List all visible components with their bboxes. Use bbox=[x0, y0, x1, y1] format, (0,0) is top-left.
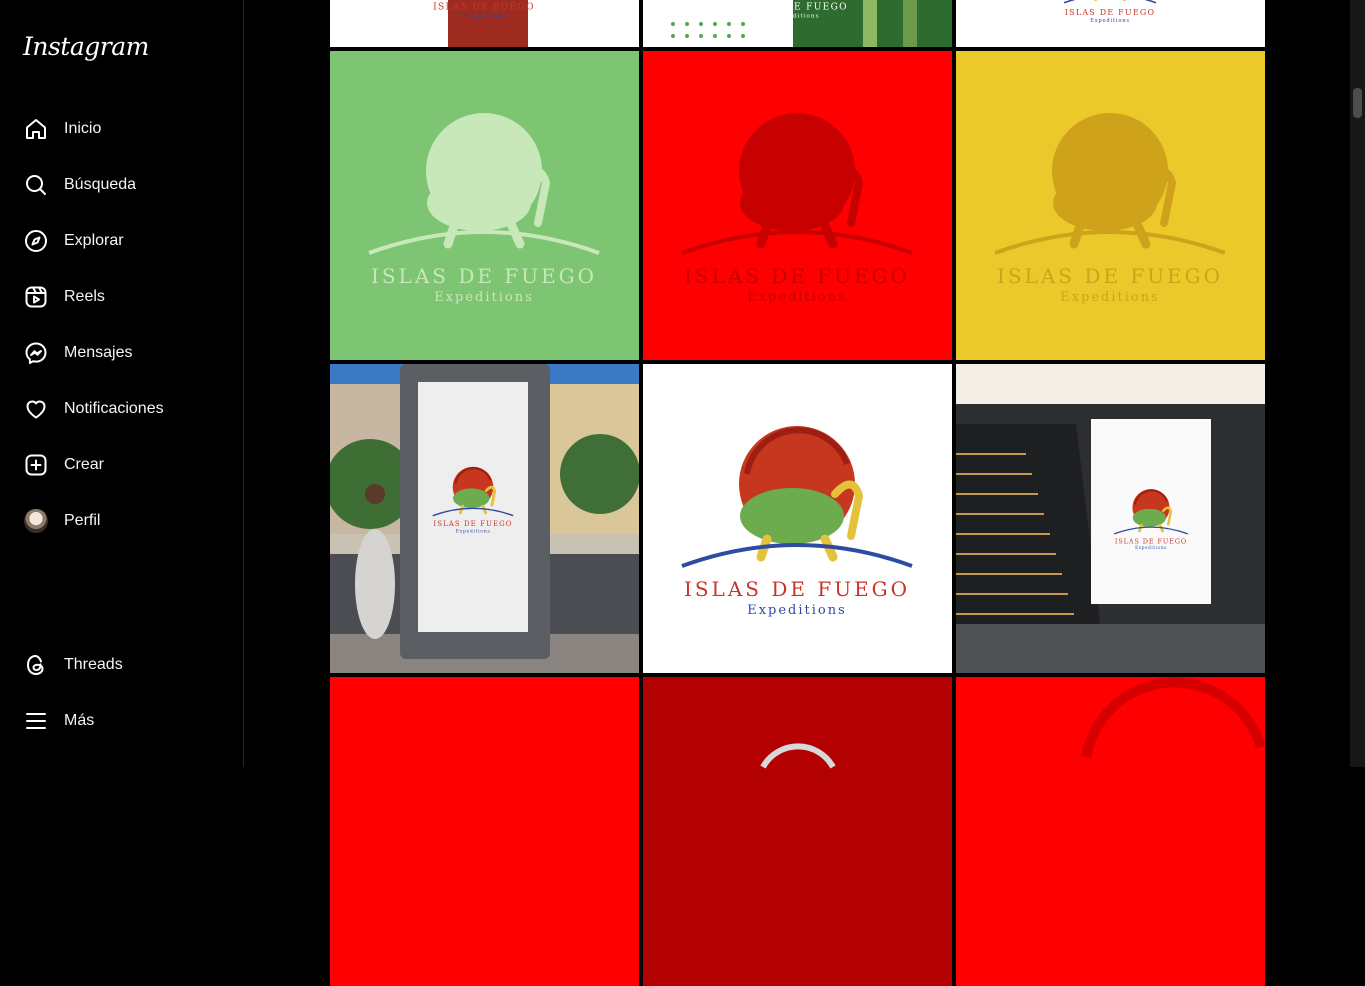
post-tile[interactable]: ISLAS DE FUEGO Expeditions bbox=[330, 51, 639, 360]
messenger-icon bbox=[23, 340, 49, 366]
svg-text:ISLAS DE FUEGO: ISLAS DE FUEGO bbox=[371, 264, 597, 288]
post-tile[interactable]: ISLAS DE FUEGO Expeditions bbox=[956, 51, 1265, 360]
compass-icon bbox=[23, 228, 49, 254]
nav-item-inicio[interactable]: Inicio bbox=[12, 105, 232, 153]
post-image: ISLAS DE FUEGO Expeditions bbox=[643, 0, 952, 47]
avatar bbox=[24, 509, 48, 533]
svg-text:Expeditions: Expeditions bbox=[1060, 290, 1160, 305]
nav-label: Reels bbox=[64, 288, 105, 305]
svg-text:ISLAS DE FUEGO: ISLAS DE FUEGO bbox=[684, 577, 910, 601]
svg-text:ISLAS DE FUEGO: ISLAS DE FUEGO bbox=[997, 264, 1223, 288]
nav-item-explorar[interactable]: Explorar bbox=[12, 217, 232, 265]
nav-item-crear[interactable]: Crear bbox=[12, 441, 232, 489]
post-image: ISLAS DE FUEGO Expeditions bbox=[643, 51, 952, 360]
svg-text:Expeditions: Expeditions bbox=[747, 603, 847, 618]
nav-label: Explorar bbox=[64, 232, 124, 249]
svg-text:ISLAS DE FUEGO: ISLAS DE FUEGO bbox=[684, 264, 910, 288]
svg-text:ISLAS DE FUEGO: ISLAS DE FUEGO bbox=[1065, 8, 1155, 17]
post-image: ISLAS DE FUEGO Expeditions bbox=[956, 364, 1265, 673]
post-image: ISLAS DE FUEGO Expeditions bbox=[330, 364, 639, 673]
post-tile[interactable] bbox=[643, 677, 952, 986]
sidebar: Instagram Inicio Búsqueda Explorar Reels… bbox=[0, 0, 244, 767]
svg-text:ISLAS DE FUEGO: ISLAS DE FUEGO bbox=[433, 2, 535, 12]
post-image: ISLAS DE FUEGO Expeditions bbox=[330, 51, 639, 360]
svg-text:ISLAS DE FUEGO: ISLAS DE FUEGO bbox=[746, 2, 848, 12]
post-image bbox=[956, 677, 1265, 986]
post-tile[interactable]: ISLAS DE FUEGO Expeditions bbox=[956, 0, 1265, 47]
post-image bbox=[330, 677, 639, 986]
post-image bbox=[643, 677, 952, 986]
svg-text:Expeditions: Expeditions bbox=[747, 290, 847, 305]
svg-text:ISLAS DE FUEGO: ISLAS DE FUEGO bbox=[433, 520, 512, 528]
home-icon bbox=[23, 116, 49, 142]
post-image: ISLAS DE FUEGO Expeditions bbox=[643, 364, 952, 673]
scrollbar[interactable] bbox=[1350, 0, 1365, 767]
nav-item-mensajes[interactable]: Mensajes bbox=[12, 329, 232, 377]
post-tile[interactable]: ISLAS DE FUEGO Expeditions bbox=[956, 364, 1265, 673]
post-tile[interactable]: ISLAS DE FUEGO Expeditions bbox=[330, 364, 639, 673]
post-tile[interactable]: ISLAS DE FUEGO Expeditions bbox=[643, 51, 952, 360]
svg-text:Expeditions: Expeditions bbox=[434, 290, 534, 305]
svg-text:Expeditions: Expeditions bbox=[775, 14, 820, 20]
nav-item-notificaciones[interactable]: Notificaciones bbox=[12, 385, 232, 433]
post-image: ISLAS DE FUEGO Expeditions bbox=[956, 0, 1265, 47]
nav-label: Crear bbox=[64, 456, 105, 473]
threads-icon bbox=[23, 652, 49, 678]
post-tile[interactable] bbox=[956, 677, 1265, 986]
nav-label: Mensajes bbox=[64, 344, 133, 361]
nav-item-threads[interactable]: Threads bbox=[12, 641, 232, 689]
nav-label: Más bbox=[64, 712, 95, 729]
nav-item-perfil[interactable]: Perfil bbox=[12, 497, 232, 545]
nav-label: Notificaciones bbox=[64, 400, 164, 417]
nav-label: Perfil bbox=[64, 512, 101, 529]
nav-item-reels[interactable]: Reels bbox=[12, 273, 232, 321]
post-tile[interactable]: ISLAS DE FUEGO Expeditions bbox=[643, 0, 952, 47]
svg-text:Expeditions: Expeditions bbox=[1135, 545, 1167, 550]
instagram-logo[interactable]: Instagram bbox=[23, 32, 149, 61]
heart-icon bbox=[23, 396, 49, 422]
nav-item-mas[interactable]: Más bbox=[12, 697, 232, 745]
nav-label: Búsqueda bbox=[64, 176, 137, 193]
nav-item-busqueda[interactable]: Búsqueda bbox=[12, 161, 232, 209]
search-icon bbox=[23, 172, 49, 198]
scroll-thumb[interactable] bbox=[1353, 88, 1362, 118]
menu-icon bbox=[23, 708, 49, 734]
plus-square-icon bbox=[23, 452, 49, 478]
reels-icon bbox=[23, 284, 49, 310]
nav-label: Threads bbox=[64, 656, 123, 673]
post-image: ISLAS DE FUEGO Expeditions bbox=[330, 0, 639, 47]
svg-text:Expeditions: Expeditions bbox=[1090, 18, 1130, 24]
post-tile[interactable]: ISLAS DE FUEGO Expeditions bbox=[643, 364, 952, 673]
nav-label: Inicio bbox=[64, 120, 102, 137]
post-tile[interactable] bbox=[330, 677, 639, 986]
post-image: ISLAS DE FUEGO Expeditions bbox=[956, 51, 1265, 360]
post-tile[interactable]: ISLAS DE FUEGO Expeditions bbox=[330, 0, 639, 47]
svg-text:Expeditions: Expeditions bbox=[456, 529, 491, 535]
svg-text:Expeditions: Expeditions bbox=[462, 14, 507, 20]
